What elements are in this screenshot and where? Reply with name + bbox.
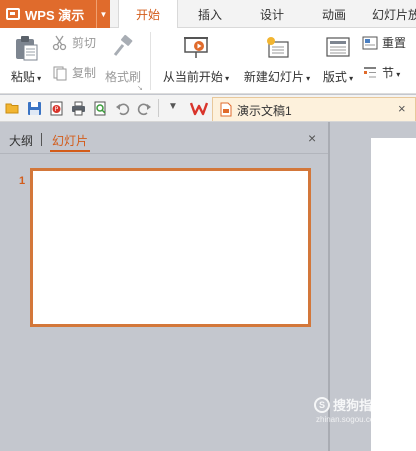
presentation-file-icon [220, 102, 232, 117]
app-name: WPS 演示 [25, 7, 85, 23]
undo-icon[interactable] [115, 101, 130, 116]
new-slide-button[interactable]: 新建幻灯片 ▾ [240, 34, 314, 85]
dialog-launcher-icon[interactable]: ↘ [137, 84, 143, 92]
ribbon: 粘贴 ▾ 剪切 复制 格式刷 ↘ 从当前开始 ▾ 新建幻灯片 ▾ 版式 ▾ 重置… [0, 28, 416, 94]
chevron-down-icon[interactable]: ▼ [96, 0, 110, 28]
paste-label: 粘贴 [10, 70, 35, 84]
open-folder-icon[interactable] [5, 101, 20, 116]
close-icon[interactable]: × [398, 101, 406, 116]
document-title: 演示文稿1 [237, 104, 292, 118]
slide-thumbnail[interactable] [30, 168, 311, 327]
tab-outline[interactable]: 大纲 [9, 132, 33, 149]
reset-button[interactable]: 重置 [362, 34, 406, 51]
copy-label: 复制 [72, 66, 97, 80]
tab-slideshow[interactable]: 幻灯片放 [372, 0, 416, 28]
menu-bar: WPS 演示 ▼ 开始 插入 设计 动画 幻灯片放 [0, 0, 416, 29]
app-menu-button[interactable]: WPS 演示 ▼ [0, 0, 110, 28]
slides-panel: 大纲 幻灯片 × 1 [0, 122, 328, 451]
scissors-icon [52, 35, 67, 50]
from-current-button[interactable]: 从当前开始 ▾ [160, 34, 232, 85]
chevron-down-icon: ▾ [303, 74, 311, 83]
copy-icon [53, 66, 67, 80]
new-slide-icon [267, 37, 289, 58]
tab-slides[interactable]: 幻灯片 [52, 132, 88, 149]
cut-button[interactable]: 剪切 [52, 34, 96, 51]
panel-header: 大纲 幻灯片 × [0, 122, 328, 154]
new-slide-label: 新建幻灯片 [243, 70, 304, 84]
chevron-down-icon: ▾ [394, 70, 401, 79]
redo-icon[interactable] [137, 101, 152, 116]
section-button[interactable]: 节 ▾ [362, 64, 400, 81]
document-tab[interactable]: 演示文稿1 × [212, 97, 416, 121]
chevron-down-icon: ▾ [34, 74, 42, 83]
tab-design[interactable]: 设计 [248, 0, 296, 28]
projector-icon [184, 37, 208, 58]
layout-icon [326, 37, 350, 57]
save-icon[interactable] [27, 101, 42, 116]
paste-icon [16, 36, 38, 61]
from-current-label: 从当前开始 [162, 70, 223, 84]
reset-label: 重置 [382, 36, 407, 50]
tab-insert[interactable]: 插入 [186, 0, 234, 28]
svg-text:P: P [55, 106, 59, 113]
slide-number: 1 [19, 175, 26, 187]
chevron-down-icon: ▾ [346, 74, 354, 83]
watermark-text: 搜狗指南 [333, 398, 386, 413]
customize-dropdown-icon[interactable]: ▼ [168, 101, 178, 112]
watermark: S 搜狗指南 [314, 395, 385, 414]
section-label: 节 [382, 66, 395, 80]
tab-separator [41, 133, 42, 146]
copy-button[interactable]: 复制 [52, 64, 96, 81]
export-pdf-icon[interactable]: P [49, 101, 64, 116]
format-painter-label: 格式刷 [104, 70, 141, 84]
reset-icon [362, 36, 378, 49]
tab-home[interactable]: 开始 [118, 0, 178, 29]
tab-animation[interactable]: 动画 [310, 0, 358, 28]
quick-access-toolbar: P ▼ 演示文稿1 × [0, 95, 416, 122]
watermark-url: zhinan.sogou.com [316, 415, 381, 424]
section-icon [364, 66, 376, 77]
sogou-logo-icon: S [314, 396, 330, 413]
wps-w-logo-icon[interactable] [190, 101, 208, 116]
print-preview-icon[interactable] [93, 101, 108, 116]
print-icon[interactable] [71, 101, 86, 116]
brush-icon [113, 34, 133, 56]
wps-logo-icon [6, 8, 20, 20]
close-icon[interactable]: × [308, 130, 316, 146]
layout-label: 版式 [322, 70, 347, 84]
cut-label: 剪切 [72, 36, 97, 50]
panel-divider [0, 153, 328, 154]
layout-button[interactable]: 版式 ▾ [320, 34, 356, 85]
active-tab-indicator [50, 150, 90, 152]
paste-button[interactable]: 粘贴 ▾ [8, 34, 44, 85]
chevron-down-icon: ▾ [222, 74, 230, 83]
format-painter-button[interactable]: 格式刷 [104, 34, 142, 85]
toolbar-separator [158, 99, 159, 117]
ribbon-separator [150, 32, 151, 90]
